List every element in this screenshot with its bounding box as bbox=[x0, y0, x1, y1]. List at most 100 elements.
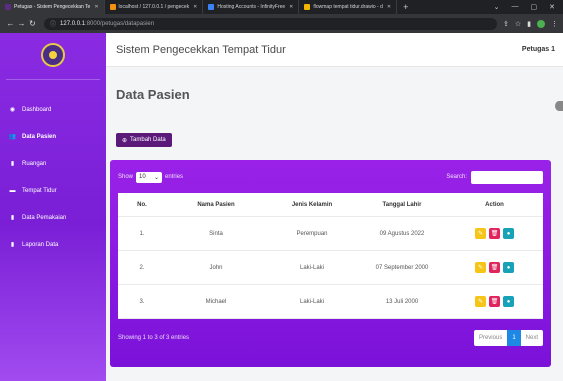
table-info: Showing 1 to 3 of 3 entries bbox=[118, 335, 190, 341]
browser-tab[interactable]: flowmap tempat tidur.drawio - d ✕ bbox=[299, 0, 398, 14]
sidebar-item-laporan-data[interactable]: ▮ Laporan Data bbox=[0, 231, 106, 258]
cell-nama: John bbox=[209, 264, 223, 271]
delete-icon[interactable]: 🗑 bbox=[489, 296, 500, 307]
tab-favicon-icon bbox=[5, 4, 11, 10]
column-header-nama[interactable]: Nama Pasien bbox=[166, 202, 266, 208]
pagination-page[interactable]: 1 bbox=[507, 330, 521, 346]
view-icon[interactable]: ● bbox=[503, 262, 514, 273]
browser-tab[interactable]: Hosting Accounts - InfinityFree ✕ bbox=[203, 0, 300, 14]
data-table-card: Show 10 ⌄ entries Search: No. Nama Pasie… bbox=[110, 160, 551, 367]
settings-icon[interactable] bbox=[555, 101, 563, 111]
tab-list-icon[interactable]: ⌄ bbox=[494, 3, 500, 11]
table-controls: Show 10 ⌄ entries Search: bbox=[118, 170, 543, 184]
add-data-label: Tambah Data bbox=[130, 137, 166, 143]
tab-close-icon[interactable]: ✕ bbox=[289, 4, 293, 10]
browser-tab[interactable]: localhost / 127.0.0.1 / pengecek ✕ bbox=[105, 0, 204, 14]
pagination: Previous 1 Next bbox=[473, 330, 543, 346]
edit-icon[interactable]: ✎ bbox=[475, 228, 486, 239]
minimize-icon[interactable]: — bbox=[512, 3, 519, 11]
sidepanel-icon[interactable]: ▮ bbox=[527, 20, 531, 28]
column-header-tanggal-lahir[interactable]: Tanggal Lahir bbox=[358, 202, 446, 208]
share-icon[interactable]: ⇪ bbox=[503, 20, 509, 28]
sidebar-item-tempat-tidur[interactable]: ▬ Tempat Tidur bbox=[0, 177, 106, 204]
reload-icon[interactable]: ↻ bbox=[27, 19, 38, 28]
info-icon[interactable]: ⓘ bbox=[50, 19, 56, 28]
edit-icon[interactable]: ✎ bbox=[475, 262, 486, 273]
sidebar-item-label: Tempat Tidur bbox=[22, 187, 57, 194]
url-host: 127.0.0.1 bbox=[60, 20, 86, 27]
delete-icon[interactable]: 🗑 bbox=[489, 228, 500, 239]
tab-label: flowmap tempat tidur.drawio - d bbox=[313, 4, 383, 10]
sidebar-item-data-pasien[interactable]: 👥 Data Pasien bbox=[0, 123, 106, 150]
table-header-row: No. Nama Pasien Jenis Kelamin Tanggal La… bbox=[118, 193, 543, 217]
sidebar-menu: ◉ Dashboard 👥 Data Pasien ▮ Ruangan ▬ Te… bbox=[0, 96, 106, 258]
tab-favicon-icon bbox=[109, 4, 116, 10]
url-field[interactable]: ⓘ 127.0.0.1:8000/petugas/datapasien bbox=[44, 17, 497, 30]
entries-select[interactable]: 10 ⌄ bbox=[136, 171, 163, 183]
edit-icon[interactable]: ✎ bbox=[475, 296, 486, 307]
new-tab-icon[interactable]: + bbox=[403, 2, 408, 12]
column-header-jenis-kelamin[interactable]: Jenis Kelamin bbox=[266, 202, 358, 208]
pagination-next[interactable]: Next bbox=[521, 330, 543, 346]
cell-no: 1. bbox=[139, 230, 145, 237]
cell-actions: ✎ 🗑 ● bbox=[446, 262, 543, 273]
tab-close-icon[interactable]: ✕ bbox=[387, 4, 391, 10]
close-window-icon[interactable]: ✕ bbox=[549, 3, 555, 11]
tab-label: Petugas - Sistem Pengecekkan Te bbox=[14, 4, 91, 10]
tab-favicon-icon bbox=[208, 4, 215, 10]
plus-circle-icon: ⊕ bbox=[122, 137, 128, 144]
cell-actions: ✎ 🗑 ● bbox=[446, 228, 543, 239]
maximize-icon[interactable]: ▢ bbox=[531, 3, 538, 11]
entries-label: entries bbox=[165, 174, 184, 180]
sidebar-item-label: Data Pemakaian bbox=[22, 214, 67, 221]
sidebar-item-dashboard[interactable]: ◉ Dashboard bbox=[0, 96, 106, 123]
cell-tanggal-lahir: 09 Agustus 2022 bbox=[379, 230, 425, 237]
column-header-action[interactable]: Action bbox=[446, 202, 543, 208]
pagination-previous[interactable]: Previous bbox=[474, 330, 507, 346]
cell-jenis-kelamin: Laki-Laki bbox=[299, 298, 324, 305]
sidebar-item-label: Dashboard bbox=[22, 106, 52, 113]
sidebar-item-ruangan[interactable]: ▮ Ruangan bbox=[0, 150, 106, 177]
file-icon: ▮ bbox=[10, 215, 15, 221]
tab-close-icon[interactable]: ✕ bbox=[94, 4, 98, 10]
menu-kebab-icon[interactable]: ⋮ bbox=[551, 20, 558, 28]
table-row: 2. John Laki-Laki 07 September 2000 ✎ 🗑 … bbox=[118, 251, 543, 285]
cell-nama: Michael bbox=[205, 298, 227, 305]
users-icon: 👥 bbox=[8, 134, 17, 140]
search-input[interactable] bbox=[471, 170, 543, 184]
view-icon[interactable]: ● bbox=[503, 296, 514, 307]
show-label: Show bbox=[118, 174, 134, 180]
forward-icon[interactable]: → bbox=[16, 19, 27, 28]
sidebar-item-data-pemakaian[interactable]: ▮ Data Pemakaian bbox=[0, 204, 106, 231]
sidebar-divider bbox=[6, 79, 100, 80]
add-data-button[interactable]: ⊕ Tambah Data bbox=[116, 133, 172, 147]
app-logo[interactable] bbox=[41, 43, 65, 67]
sidebar-item-label: Laporan Data bbox=[22, 241, 59, 248]
search-label: Search: bbox=[446, 174, 467, 180]
page-title: Data Pasien bbox=[116, 87, 190, 102]
cell-jenis-kelamin: Perempuan bbox=[296, 230, 328, 237]
profile-avatar[interactable] bbox=[537, 19, 545, 28]
sidebar: ◉ Dashboard 👥 Data Pasien ▮ Ruangan ▬ Te… bbox=[0, 33, 106, 381]
table-footer: Showing 1 to 3 of 3 entries Previous 1 N… bbox=[118, 328, 543, 348]
main-content: Data Pasien ⊕ Tambah Data Show 10 ⌄ entr… bbox=[106, 67, 563, 381]
browser-tab[interactable]: Petugas - Sistem Pengecekkan Te ✕ bbox=[0, 0, 105, 14]
report-icon: ▮ bbox=[10, 242, 15, 248]
search-wrap: Search: bbox=[446, 170, 543, 184]
cell-nama: Sinta bbox=[209, 230, 223, 237]
delete-icon[interactable]: 🗑 bbox=[489, 262, 500, 273]
column-header-no[interactable]: No. bbox=[118, 202, 166, 208]
patient-table: No. Nama Pasien Jenis Kelamin Tanggal La… bbox=[118, 193, 543, 319]
dashboard-icon: ◉ bbox=[9, 107, 16, 113]
tab-close-icon[interactable]: ✕ bbox=[193, 4, 197, 10]
url-path: :8000/petugas/datapasien bbox=[85, 20, 155, 27]
chevron-down-icon: ⌄ bbox=[153, 174, 160, 181]
browser-tab-strip: Petugas - Sistem Pengecekkan Te ✕ localh… bbox=[0, 0, 563, 14]
view-icon[interactable]: ● bbox=[503, 228, 514, 239]
user-menu[interactable]: Petugas 1 bbox=[522, 46, 555, 53]
table-row: 3. Michael Laki-Laki 13 Juli 2000 ✎ 🗑 ● bbox=[118, 285, 543, 319]
bookmark-star-icon[interactable]: ☆ bbox=[515, 20, 521, 28]
cell-no: 3. bbox=[139, 298, 145, 305]
table-row: 1. Sinta Perempuan 09 Agustus 2022 ✎ 🗑 ● bbox=[118, 217, 543, 251]
back-icon[interactable]: ← bbox=[5, 19, 16, 28]
